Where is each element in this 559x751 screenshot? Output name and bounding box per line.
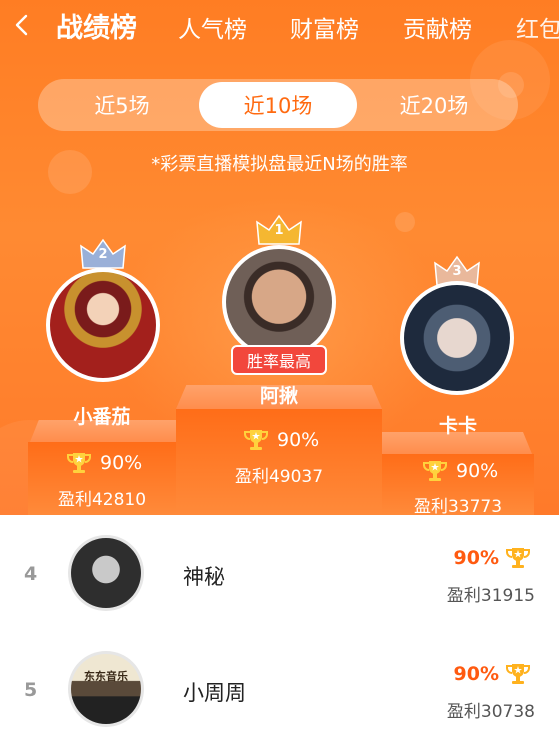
chevron-left-icon: [15, 14, 28, 36]
avatar-second[interactable]: [46, 268, 160, 382]
silver-crown-icon: [80, 238, 126, 269]
name-first[interactable]: 阿揪: [176, 381, 382, 408]
profit-first: 盈利49037: [234, 467, 324, 487]
win-rate-note: *彩票直播模拟盘最近N场的胜率: [151, 154, 408, 175]
rate-value: 90%: [453, 663, 499, 685]
rank-number: 4: [24, 563, 38, 585]
segment-last-20[interactable]: 近20场: [355, 82, 513, 128]
gold-crown-icon: [256, 214, 302, 245]
top-nav: 战绩榜 人气榜 财富榜 贡献榜 红包: [0, 0, 559, 52]
rate-third: 90%: [422, 459, 498, 483]
win-rate: 90%: [454, 662, 531, 686]
tab-wealth[interactable]: 财富榜: [290, 10, 359, 44]
profit-second: 盈利42810: [57, 490, 147, 510]
tab-performance[interactable]: 战绩榜: [56, 6, 137, 45]
avatar[interactable]: [68, 535, 144, 611]
decor-bubble: [395, 212, 415, 232]
name-third[interactable]: 卡卡: [382, 411, 534, 438]
segment-last-10[interactable]: 近10场: [199, 82, 357, 128]
trophy-icon: [67, 453, 91, 473]
win-rate: 90%: [454, 546, 531, 570]
list-item[interactable]: 4 神秘 90% 盈利31915: [0, 515, 559, 627]
range-segment: 近5场 近10场 近20场: [38, 79, 518, 131]
trophy-icon: [423, 461, 447, 481]
rank-number: 5: [24, 679, 38, 701]
tab-red-packet[interactable]: 红包: [516, 10, 559, 44]
trophy-icon: [506, 664, 530, 684]
tab-popularity[interactable]: 人气榜: [178, 10, 247, 44]
rate-value: 90%: [453, 547, 499, 569]
tab-contribution[interactable]: 贡献榜: [403, 10, 472, 44]
rate-value: 90%: [456, 460, 499, 482]
trophy-icon: [244, 430, 268, 450]
avatar[interactable]: 东东音乐: [68, 651, 144, 727]
rate-value: 90%: [277, 429, 320, 451]
back-button[interactable]: [8, 10, 36, 40]
avatar-sign: 东东音乐: [84, 670, 128, 683]
list-item[interactable]: 5 东东音乐 小周周 90% 盈利30738: [0, 631, 559, 743]
avatar-first[interactable]: [222, 245, 336, 359]
rate-value: 90%: [100, 452, 143, 474]
user-name[interactable]: 神秘: [183, 561, 225, 591]
rate-second: 90%: [66, 451, 142, 475]
name-second[interactable]: 小番茄: [28, 402, 176, 429]
user-name[interactable]: 小周周: [183, 677, 246, 707]
profit: 盈利31915: [446, 586, 535, 606]
profit: 盈利30738: [446, 702, 535, 722]
rate-first: 90%: [243, 428, 319, 452]
profit-third: 盈利33773: [413, 497, 503, 515]
trophy-icon: [506, 548, 530, 568]
segment-last-5[interactable]: 近5场: [43, 82, 201, 128]
avatar-third[interactable]: [400, 281, 514, 395]
highest-win-rate-badge: 胜率最高: [231, 345, 327, 375]
leaderboard-hero: 战绩榜 人气榜 财富榜 贡献榜 红包 近5场 近10场 近20场 *彩票直播模拟…: [0, 0, 559, 515]
